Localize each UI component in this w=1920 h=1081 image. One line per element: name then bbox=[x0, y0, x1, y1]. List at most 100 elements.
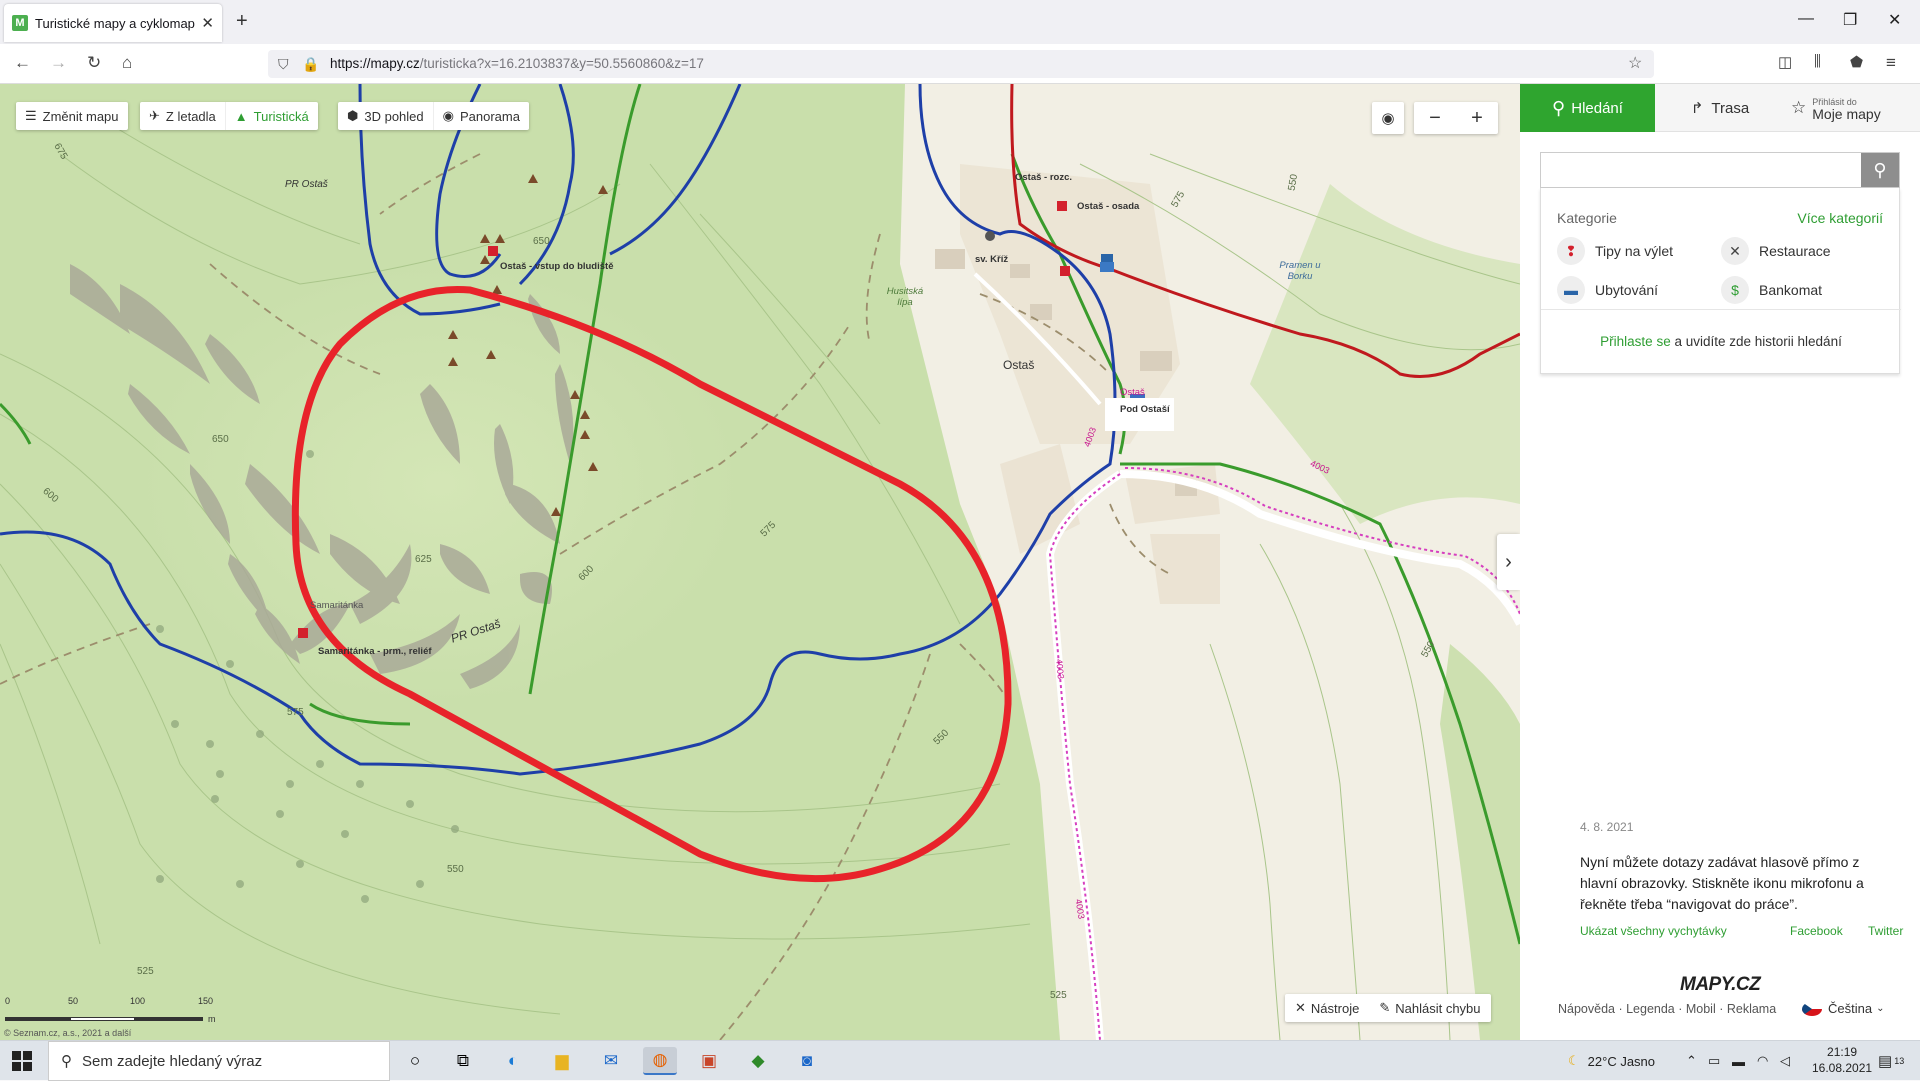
weather-widget[interactable]: ☾ 22°C Jasno bbox=[1568, 1041, 1655, 1081]
category-accommodation[interactable]: ▬ Ubytování bbox=[1557, 276, 1658, 304]
scale-label: 150 bbox=[198, 996, 214, 1006]
airplane-icon: ✈ bbox=[149, 108, 160, 123]
volume-icon[interactable]: ◁ bbox=[1780, 1041, 1790, 1081]
forward-icon[interactable]: → bbox=[50, 53, 67, 73]
url-bar[interactable]: ⛉ 🔒 https://mapy.cz/turisticka?x=16.2103… bbox=[268, 50, 1654, 78]
mapy-logo[interactable]: MAPY.CZ bbox=[1680, 974, 1761, 996]
taskbar-search-placeholder: Sem zadejte hledaný výraz bbox=[82, 1052, 263, 1070]
tracking-shield-icon[interactable]: ⛉ bbox=[278, 50, 289, 78]
footprints-icon: ❢ bbox=[1557, 237, 1585, 265]
categories-box: Kategorie Více kategorií ❢ Tipy na výlet … bbox=[1540, 188, 1901, 374]
aerial-button[interactable]: ✈ Z letadla bbox=[140, 102, 226, 130]
twitter-link[interactable]: Twitter bbox=[1868, 924, 1903, 938]
back-icon[interactable]: ← bbox=[14, 53, 31, 73]
pencil-icon: ✎ bbox=[1379, 1000, 1391, 1015]
category-trips[interactable]: ❢ Tipy na výlet bbox=[1557, 237, 1673, 265]
category-restaurants[interactable]: ✕ Restaurace bbox=[1721, 237, 1831, 265]
contour-label: 650 bbox=[212, 434, 229, 445]
tab-search-label: Hledání bbox=[1571, 99, 1623, 117]
tray-chevron-icon[interactable]: ⌃ bbox=[1686, 1041, 1697, 1081]
map-copyright[interactable]: © Seznam.cz, a.s., 2021 a další bbox=[4, 1028, 131, 1038]
category-atm[interactable]: $ Bankomat bbox=[1721, 276, 1822, 304]
pocket-icon[interactable]: ◫ bbox=[1778, 53, 1792, 71]
reload-icon[interactable]: ↻ bbox=[87, 53, 101, 73]
zoom-in-button[interactable]: + bbox=[1456, 107, 1498, 130]
change-map-label: Změnit mapu bbox=[42, 108, 119, 124]
browser-chrome: M Turistické mapy a cyklomapy • ✕ + — ❐ … bbox=[0, 0, 1920, 84]
tourist-button[interactable]: ▲ Turistická bbox=[226, 102, 318, 130]
close-window-icon[interactable]: ✕ bbox=[1888, 10, 1901, 30]
clock-date: 16.08.2021 bbox=[1812, 1061, 1873, 1075]
label-samaritanka: Samaritánka bbox=[310, 600, 364, 611]
login-link[interactable]: Přihlaste se bbox=[1600, 334, 1671, 349]
report-label: Nahlásit chybu bbox=[1395, 1000, 1481, 1016]
url-host: https://mapy.cz bbox=[330, 56, 420, 71]
task-view-icon[interactable]: ⧉ bbox=[446, 1047, 480, 1075]
windows-start-icon[interactable] bbox=[12, 1051, 32, 1071]
contour-label: 625 bbox=[415, 554, 432, 565]
firefox-icon[interactable]: ◍ bbox=[643, 1047, 677, 1075]
search-input[interactable] bbox=[1541, 153, 1859, 187]
divider bbox=[1541, 309, 1901, 310]
notifications-button[interactable]: ▤ 13 bbox=[1878, 1041, 1904, 1081]
file-explorer-icon[interactable]: ▆ bbox=[545, 1047, 579, 1075]
shield-extension-icon[interactable]: ⬟ bbox=[1850, 53, 1863, 71]
library-icon[interactable]: ⫼ bbox=[1814, 53, 1821, 70]
zoom-out-button[interactable]: − bbox=[1414, 107, 1456, 130]
browser-tab[interactable]: M Turistické mapy a cyklomapy • ✕ bbox=[4, 4, 222, 42]
scale-bar-segment bbox=[5, 1017, 70, 1021]
outlook-icon[interactable]: ◙ bbox=[790, 1047, 824, 1075]
wifi-icon[interactable]: ◠ bbox=[1757, 1041, 1768, 1081]
locate-me-button[interactable]: ◉ bbox=[1372, 102, 1404, 134]
windows-taskbar: ⚲ Sem zadejte hledaný výraz ○ ⧉ ◐ ▆ ✉ ◍ ▣… bbox=[0, 1040, 1920, 1081]
contour-label: 550 bbox=[447, 864, 464, 875]
tools-label: Nástroje bbox=[1310, 1000, 1360, 1016]
close-tab-icon[interactable]: ✕ bbox=[201, 14, 214, 32]
report-error-button[interactable]: ✎ Nahlásit chybu bbox=[1369, 1000, 1490, 1016]
panorama-button[interactable]: ◉ Panorama bbox=[434, 102, 529, 130]
all-features-link[interactable]: Ukázat všechny vychytávky bbox=[1580, 924, 1727, 938]
home-icon[interactable]: ⌂ bbox=[122, 53, 132, 73]
new-tab-icon[interactable]: + bbox=[236, 10, 248, 33]
search-icon: ⚲ bbox=[1552, 97, 1566, 118]
tab-my-maps[interactable]: ☆ Přihlásit do Moje mapy bbox=[1785, 84, 1920, 132]
tray-device-icon[interactable]: ▭ bbox=[1708, 1041, 1720, 1081]
tab-search[interactable]: ⚲ Hledání bbox=[1520, 84, 1655, 132]
taskbar-search[interactable]: ⚲ Sem zadejte hledaný výraz bbox=[48, 1041, 390, 1081]
maps-app-icon[interactable]: ◆ bbox=[741, 1047, 775, 1075]
minimize-icon[interactable]: — bbox=[1798, 10, 1814, 28]
notification-count: 13 bbox=[1894, 1056, 1905, 1066]
lock-icon[interactable]: 🔒 bbox=[302, 50, 319, 78]
search-submit-button[interactable]: ⚲ bbox=[1861, 153, 1899, 187]
expand-panel-button[interactable]: › bbox=[1497, 534, 1520, 590]
label-vstup: Ostaš - vstup do bludiště bbox=[500, 261, 614, 272]
bookmark-star-icon[interactable]: ☆ bbox=[1628, 50, 1642, 78]
tab-route[interactable]: ↱ Trasa bbox=[1655, 84, 1785, 132]
taskbar-clock[interactable]: 21:19 16.08.2021 bbox=[1812, 1044, 1872, 1076]
label-pr-ostas: PR Ostaš bbox=[285, 179, 328, 190]
edge-icon[interactable]: ◐ bbox=[496, 1047, 530, 1075]
3d-view-button[interactable]: ⬢ 3D pohled bbox=[338, 102, 434, 130]
mapy-app: ☰ Změnit mapu ✈ Z letadla ▲ Turistická ⬢ 3D … bbox=[0, 84, 1920, 1040]
categories-title: Kategorie bbox=[1557, 210, 1617, 226]
change-map-button[interactable]: ☰ Změnit mapu bbox=[16, 102, 128, 130]
restore-icon[interactable]: ❐ bbox=[1843, 10, 1857, 30]
cortana-icon[interactable]: ○ bbox=[398, 1047, 432, 1075]
mail-icon[interactable]: ✉ bbox=[594, 1047, 628, 1075]
cube-icon: ⬢ bbox=[347, 108, 359, 123]
powerpoint-icon[interactable]: ▣ bbox=[692, 1047, 726, 1075]
language-selector[interactable]: Čeština ⌄ bbox=[1802, 1001, 1884, 1016]
map-layer-toolbar: ✈ Z letadla ▲ Turistická bbox=[140, 102, 318, 130]
more-categories-link[interactable]: Více kategorií bbox=[1797, 210, 1883, 226]
tools-button[interactable]: ✕ Nástroje bbox=[1285, 1000, 1369, 1016]
battery-icon[interactable]: ▬ bbox=[1732, 1041, 1745, 1081]
tools-icon: ✕ bbox=[1295, 1000, 1306, 1015]
map-canvas[interactable]: ☰ Změnit mapu ✈ Z letadla ▲ Turistická ⬢ 3D … bbox=[0, 84, 1520, 1040]
menu-icon[interactable]: ≡ bbox=[1886, 53, 1896, 73]
facebook-link[interactable]: Facebook bbox=[1790, 924, 1843, 938]
contour-label: 575 bbox=[287, 707, 304, 718]
footer-links[interactable]: Nápověda · Legenda · Mobil · Reklama bbox=[1558, 1002, 1776, 1016]
target-icon: ◉ bbox=[1381, 110, 1395, 127]
side-panel: ⚲ Hledání ↱ Trasa ☆ Přihlásit do Moje mapy… bbox=[1520, 84, 1920, 1040]
3d-view-label: 3D pohled bbox=[364, 108, 424, 124]
